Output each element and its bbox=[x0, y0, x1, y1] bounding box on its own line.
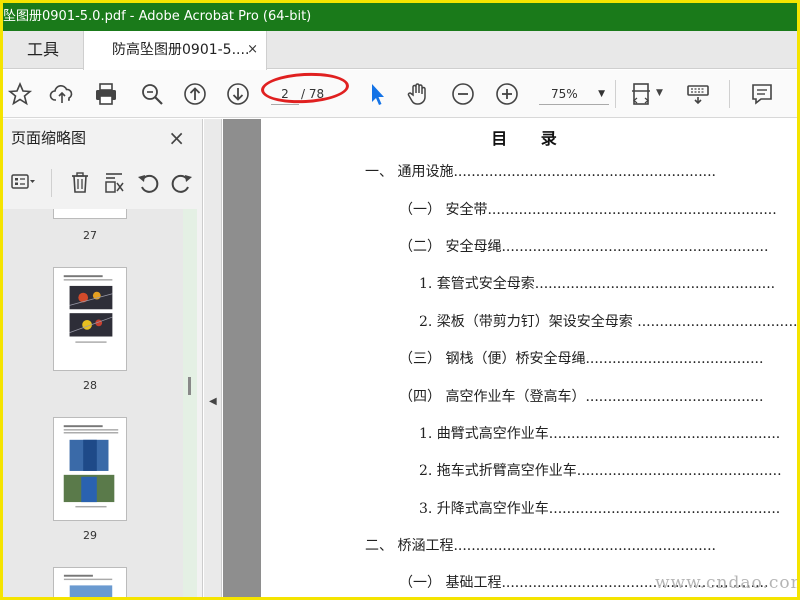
comment-icon[interactable] bbox=[749, 81, 775, 107]
chevron-down-icon: ▼ bbox=[598, 89, 605, 99]
page-thumbnail[interactable] bbox=[53, 417, 127, 521]
thumbnail-page-number: 27 bbox=[83, 229, 97, 242]
pdf-page: 目 录 一、 通用设施.............................… bbox=[261, 119, 797, 597]
zoom-level-value: 75% bbox=[551, 87, 578, 101]
window-title: 坠图册0901-5.0.pdf - Adobe Acrobat Pro (64-… bbox=[3, 9, 312, 24]
thumbnail-page-number: 28 bbox=[83, 379, 97, 392]
cloud-upload-icon[interactable] bbox=[49, 81, 75, 107]
toc-entry[interactable]: 二、 桥涵工程.................................… bbox=[365, 535, 795, 555]
previous-page-icon[interactable] bbox=[182, 81, 208, 107]
trash-icon[interactable] bbox=[67, 169, 93, 195]
thumbnail-panel-title: 页面缩略图 bbox=[11, 129, 87, 147]
zoom-in-icon[interactable] bbox=[494, 81, 520, 107]
options-menu-icon[interactable] bbox=[9, 169, 35, 195]
keyboard-icon[interactable] bbox=[685, 81, 711, 107]
toc-entry[interactable]: 1. 套管式安全母索..............................… bbox=[419, 273, 797, 293]
zoom-level-select[interactable]: 75% ▼ bbox=[539, 83, 609, 105]
toc-entry[interactable]: 2. 拖车式折臂高空作业车...........................… bbox=[419, 460, 797, 480]
toc-entry[interactable]: 3. 升降式高空作业车.............................… bbox=[419, 498, 797, 518]
toolbar-divider bbox=[615, 80, 616, 108]
tab-bar: 工具 防高坠图册0901-5.... × bbox=[3, 31, 797, 70]
zoom-out-icon[interactable] bbox=[450, 81, 476, 107]
toc-heading: 目 录 bbox=[491, 129, 571, 148]
main-toolbar: / 78 75% ▼ ▼ bbox=[3, 70, 797, 118]
panel-splitter[interactable]: ◀ bbox=[204, 119, 222, 597]
page-thumbnail[interactable] bbox=[53, 209, 127, 219]
print-icon[interactable] bbox=[93, 81, 119, 107]
zoom-search-icon[interactable] bbox=[139, 81, 165, 107]
collapse-panel-icon[interactable]: ◀ bbox=[209, 396, 217, 407]
thumbnail-list[interactable]: 27 28 29 bbox=[3, 209, 183, 597]
extract-pages-icon[interactable] bbox=[101, 169, 127, 195]
window-titlebar: 坠图册0901-5.0.pdf - Adobe Acrobat Pro (64-… bbox=[3, 3, 797, 31]
toc-entry[interactable]: （二） 安全母绳................................… bbox=[399, 236, 797, 256]
toc-entry[interactable]: （四） 高空作业车（登高车）..........................… bbox=[399, 386, 797, 406]
thumbnail-page-number: 29 bbox=[83, 529, 97, 542]
toc-entry[interactable]: 1. 曲臂式高空作业车.............................… bbox=[419, 423, 797, 443]
toc-entry[interactable]: （一） 安全带.................................… bbox=[399, 199, 797, 219]
page-thumbnail[interactable] bbox=[53, 267, 127, 371]
toc-entry[interactable]: （三） 钢栈（便）桥安全母绳..........................… bbox=[399, 348, 797, 368]
rotate-right-icon[interactable] bbox=[169, 169, 195, 195]
fit-page-icon[interactable] bbox=[629, 81, 655, 107]
thumbnail-preview bbox=[63, 425, 119, 508]
app-frame: 坠图册0901-5.0.pdf - Adobe Acrobat Pro (64-… bbox=[0, 0, 800, 600]
chevron-down-icon[interactable]: ▼ bbox=[656, 88, 663, 98]
site-watermark: www.cndao.com bbox=[655, 573, 800, 593]
tab-tools[interactable]: 工具 bbox=[3, 31, 83, 69]
thumbnail-preview bbox=[63, 574, 113, 597]
thumbnail-toolbar bbox=[3, 165, 203, 201]
document-view[interactable]: 目 录 一、 通用设施.............................… bbox=[223, 119, 797, 597]
page-thumbnail[interactable] bbox=[53, 567, 127, 597]
thumbnail-panel-header: 页面缩略图 × bbox=[3, 119, 203, 159]
tab-document[interactable]: 防高坠图册0901-5.... × bbox=[83, 31, 267, 70]
toc-entry[interactable]: 一、 通用设施.................................… bbox=[365, 161, 795, 181]
thumbnail-preview bbox=[63, 275, 113, 343]
tab-document-label: 防高坠图册0901-5.... bbox=[112, 42, 250, 58]
tab-close-icon[interactable]: × bbox=[247, 31, 258, 69]
next-page-icon[interactable] bbox=[225, 81, 251, 107]
hand-tool-icon[interactable] bbox=[405, 81, 431, 107]
toc-entry[interactable]: 2. 梁板（带剪力钉）架设安全母索 ......................… bbox=[419, 311, 797, 331]
scrollbar-thumb[interactable] bbox=[188, 377, 191, 395]
thumbnail-panel: 页面缩略图 × 27 28 29 bbox=[3, 119, 203, 597]
close-icon[interactable]: × bbox=[168, 119, 185, 157]
bookmark-star-icon[interactable] bbox=[7, 81, 33, 107]
toolbar-divider bbox=[51, 169, 52, 197]
rotate-left-icon[interactable] bbox=[135, 169, 161, 195]
select-cursor-icon[interactable] bbox=[364, 81, 390, 107]
toolbar-divider bbox=[729, 80, 730, 108]
thumbnail-scrollbar[interactable] bbox=[183, 209, 197, 597]
